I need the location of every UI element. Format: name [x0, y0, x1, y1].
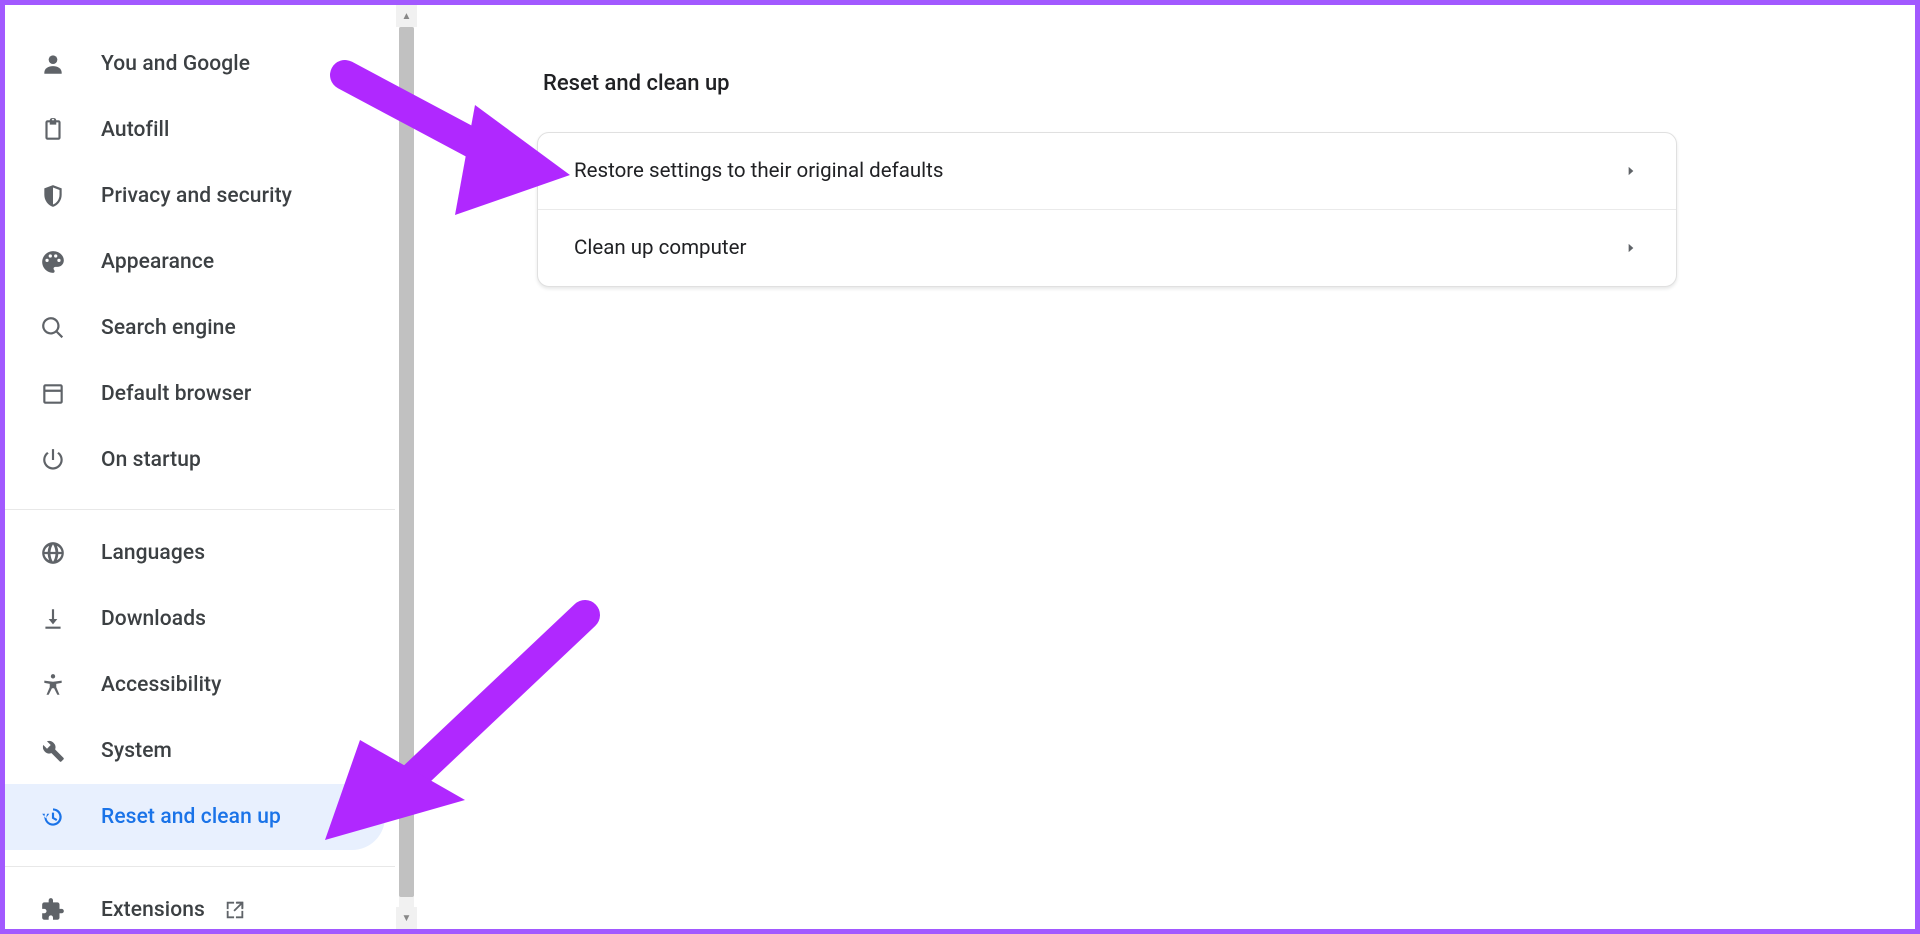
history-icon [39, 803, 67, 831]
sidebar-item-languages[interactable]: Languages [5, 520, 385, 586]
sidebar-divider [5, 509, 395, 510]
sidebar-item-search-engine[interactable]: Search engine [5, 295, 385, 361]
sidebar-item-on-startup[interactable]: On startup [5, 427, 385, 493]
sidebar-item-label: Downloads [101, 607, 365, 631]
globe-icon [39, 539, 67, 567]
settings-sidebar: You and Google Autofill Privacy and secu… [5, 5, 395, 929]
sidebar-item-label: Default browser [101, 382, 365, 406]
accessibility-icon [39, 671, 67, 699]
sidebar-item-label: On startup [101, 448, 365, 472]
sidebar-item-label: Extensions [101, 898, 205, 922]
shield-icon [39, 182, 67, 210]
scroll-down-arrow-icon[interactable]: ▼ [396, 907, 417, 929]
sidebar-item-extensions[interactable]: Extensions [5, 877, 385, 934]
sidebar-item-privacy[interactable]: Privacy and security [5, 163, 385, 229]
scrollbar-thumb[interactable] [399, 27, 414, 897]
sidebar-item-label: Appearance [101, 250, 365, 274]
sidebar-scrollbar[interactable]: ▲ ▼ [395, 5, 417, 929]
main-content: Reset and clean up Restore settings to t… [417, 5, 1915, 929]
scrollbar-track[interactable] [399, 5, 414, 929]
download-icon [39, 605, 67, 633]
puzzle-icon [39, 896, 67, 924]
search-icon [39, 314, 67, 342]
clipboard-icon [39, 116, 67, 144]
sidebar-group-basic: You and Google Autofill Privacy and secu… [5, 27, 395, 507]
chevron-right-icon [1622, 239, 1640, 257]
sidebar-group-extensions: Extensions [5, 873, 395, 934]
sidebar-item-you-and-google[interactable]: You and Google [5, 31, 385, 97]
section-title: Reset and clean up [543, 71, 1915, 96]
sidebar-group-advanced: Languages Downloads Accessibility System [5, 516, 395, 864]
sidebar-item-appearance[interactable]: Appearance [5, 229, 385, 295]
sidebar-item-accessibility[interactable]: Accessibility [5, 652, 385, 718]
sidebar-item-label: Privacy and security [101, 184, 365, 208]
scroll-up-arrow-icon[interactable]: ▲ [396, 5, 417, 27]
sidebar-item-default-browser[interactable]: Default browser [5, 361, 385, 427]
option-label: Restore settings to their original defau… [574, 159, 943, 183]
sidebar-item-label: Search engine [101, 316, 365, 340]
option-cleanup-computer[interactable]: Clean up computer [538, 209, 1676, 286]
external-link-icon [223, 898, 247, 922]
wrench-icon [39, 737, 67, 765]
sidebar-item-label: System [101, 739, 365, 763]
option-label: Clean up computer [574, 236, 746, 260]
person-icon [39, 50, 67, 78]
sidebar-item-label: You and Google [101, 52, 365, 76]
sidebar-item-reset-cleanup[interactable]: Reset and clean up [5, 784, 385, 850]
sidebar-item-label: Accessibility [101, 673, 365, 697]
sidebar-item-system[interactable]: System [5, 718, 385, 784]
sidebar-item-autofill[interactable]: Autofill [5, 97, 385, 163]
chevron-right-icon [1622, 162, 1640, 180]
sidebar-item-downloads[interactable]: Downloads [5, 586, 385, 652]
browser-icon [39, 380, 67, 408]
sidebar-divider [5, 866, 395, 867]
option-restore-defaults[interactable]: Restore settings to their original defau… [538, 133, 1676, 209]
options-card: Restore settings to their original defau… [537, 132, 1677, 287]
app-frame: You and Google Autofill Privacy and secu… [0, 0, 1920, 934]
sidebar-item-label: Languages [101, 541, 365, 565]
sidebar-item-label: Reset and clean up [101, 805, 365, 829]
power-icon [39, 446, 67, 474]
palette-icon [39, 248, 67, 276]
sidebar-item-label: Autofill [101, 118, 365, 142]
